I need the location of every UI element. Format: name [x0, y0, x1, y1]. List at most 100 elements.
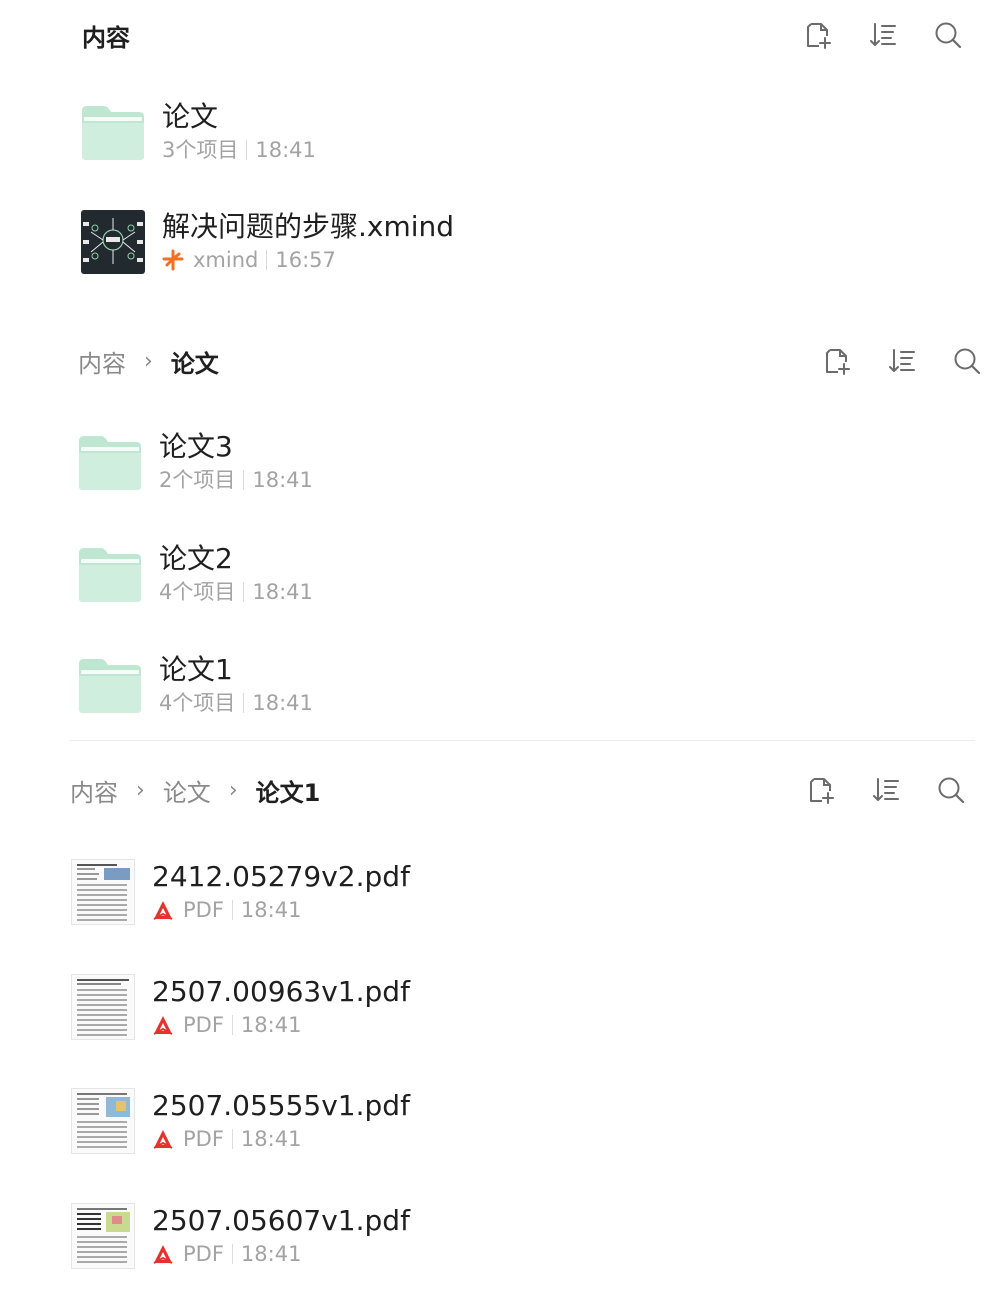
breadcrumb-item-paper: 论文 [170, 349, 219, 378]
thumbnail-text-line [77, 1093, 127, 1095]
sort-icon [887, 346, 917, 376]
new-file-icon [822, 346, 852, 376]
thumbnail-text-line [77, 1228, 101, 1230]
item-count: 4个项目 [159, 691, 236, 715]
list-item-folder[interactable]: 论文1 4个项目 18:41 [77, 645, 313, 725]
search-button[interactable] [928, 15, 968, 55]
breadcrumb-separator: › [228, 777, 238, 803]
thumbnail-text-line [77, 1246, 127, 1248]
thumbnail-text-line [77, 1004, 127, 1006]
thumbnail-text-line [77, 1256, 127, 1258]
section-divider [70, 740, 975, 741]
breadcrumb-item-content[interactable]: 内容 [78, 344, 126, 379]
folder-icon [80, 99, 146, 165]
toolbar [776, 760, 971, 820]
thumbnail-text-line [77, 878, 97, 880]
thumbnail-text-line [77, 1213, 101, 1215]
sort-icon [868, 20, 898, 50]
breadcrumb: 内容 [82, 5, 130, 65]
item-time: 18:41 [255, 138, 316, 162]
toolbar [773, 5, 968, 65]
pdf-icon [152, 1243, 174, 1265]
thumbnail-text-line [77, 1141, 127, 1143]
sort-button[interactable] [882, 341, 922, 381]
thumbnail-text-line [77, 864, 117, 866]
item-name: 解决问题的步骤.xmind [162, 210, 455, 243]
search-icon [933, 20, 963, 50]
item-name: 论文1 [159, 653, 233, 686]
breadcrumb-item-paper[interactable]: 论文 [163, 773, 211, 808]
new-file-button[interactable] [798, 15, 838, 55]
item-meta: 3个项目 18:41 [162, 135, 316, 165]
item-name: 2507.00963v1.pdf [152, 975, 410, 1008]
pdf-thumbnail [70, 859, 136, 925]
thumbnail-text-line [77, 1121, 127, 1123]
item-time: 18:41 [240, 1242, 302, 1266]
breadcrumb-item-content[interactable]: 内容 [70, 773, 118, 808]
meta-divider [243, 582, 245, 602]
item-type: PDF [183, 1013, 224, 1037]
item-time: 18:41 [252, 580, 313, 604]
search-button[interactable] [947, 341, 987, 381]
sort-button[interactable] [863, 15, 903, 55]
item-meta: PDF 18:41 [152, 1239, 410, 1269]
meta-divider [231, 1015, 233, 1035]
thumbnail-text-line [77, 1146, 127, 1148]
item-type: PDF [183, 1127, 224, 1151]
pdf-icon [152, 1128, 174, 1150]
list-item-xmind[interactable]: 解决问题的步骤.xmind xmind 16:57 [80, 202, 454, 282]
thumbnail-text-line [77, 1136, 127, 1138]
breadcrumb-separator: › [144, 348, 153, 374]
item-meta: PDF 18:41 [152, 1010, 410, 1040]
item-meta: 2个项目 18:41 [159, 465, 313, 495]
new-file-button[interactable] [817, 341, 857, 381]
folder-icon [77, 652, 143, 718]
meta-divider [231, 900, 233, 920]
item-count: 3个项目 [162, 138, 239, 162]
xmind-icon [162, 249, 184, 271]
search-button[interactable] [931, 770, 971, 810]
pdf-icon [152, 899, 174, 921]
thumbnail-text-line [77, 1131, 127, 1133]
thumbnail-text-line [77, 1029, 127, 1031]
thumbnail-text-line [77, 1251, 127, 1253]
list-item-folder[interactable]: 论文2 4个项目 18:41 [77, 534, 313, 614]
thumbnail-text-line [77, 868, 95, 870]
pdf-thumbnail [70, 974, 136, 1040]
meta-divider [231, 1244, 233, 1264]
thumbnail-text-line [77, 1108, 99, 1110]
list-item-folder[interactable]: 论文 3个项目 18:41 [80, 92, 316, 172]
thumbnail-figure [112, 1216, 122, 1224]
thumbnail-text-line [77, 1218, 101, 1220]
list-item-pdf[interactable]: 2507.00963v1.pdf PDF 18:41 [70, 967, 410, 1047]
search-icon [936, 775, 966, 805]
sort-button[interactable] [866, 770, 906, 810]
item-meta: 4个项目 18:41 [159, 688, 313, 718]
thumbnail-text-line [77, 1261, 127, 1263]
list-item-pdf[interactable]: 2507.05607v1.pdf PDF 18:41 [70, 1196, 410, 1276]
item-name: 2507.05607v1.pdf [152, 1204, 410, 1237]
list-item-pdf[interactable]: 2412.05279v2.pdf PDF 18:41 [70, 852, 410, 932]
list-item-pdf[interactable]: 2507.05555v1.pdf PDF 18:41 [70, 1081, 410, 1161]
sort-icon [871, 775, 901, 805]
thumbnail-text-line [77, 919, 127, 921]
folder-icon [77, 429, 143, 495]
item-type: xmind [193, 248, 259, 272]
thumbnail-text-line [77, 894, 127, 896]
thumbnail-text-line [77, 884, 127, 886]
item-time: 18:41 [252, 468, 313, 492]
item-type: PDF [183, 1242, 224, 1266]
thumbnail-figure [104, 868, 130, 880]
list-item-folder[interactable]: 论文3 2个项目 18:41 [77, 422, 313, 502]
item-name: 论文3 [159, 430, 233, 463]
item-count: 2个项目 [159, 468, 236, 492]
thumbnail-text-line [77, 1103, 99, 1105]
new-file-button[interactable] [801, 770, 841, 810]
meta-divider [266, 250, 268, 270]
thumbnail-text-line [77, 1208, 127, 1210]
item-time: 18:41 [240, 898, 302, 922]
panel-header: 内容 › 论文 [0, 331, 1000, 391]
meta-divider [243, 470, 245, 490]
thumbnail-text-line [77, 1009, 127, 1011]
xmind-thumbnail [80, 209, 146, 275]
